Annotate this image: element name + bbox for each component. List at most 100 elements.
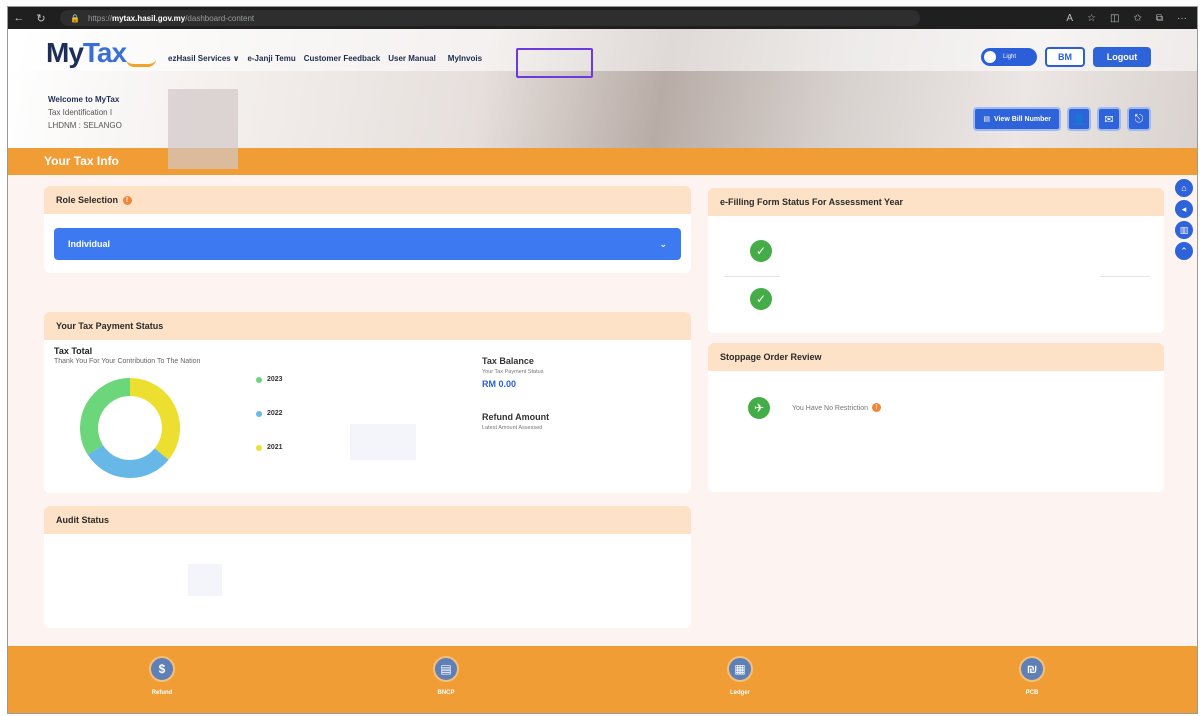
legend-dot-2021 — [256, 444, 262, 451]
legend-item-2023: 2023 — [256, 376, 283, 383]
faint-placeholder — [188, 564, 222, 596]
ledger-icon: ▦ — [727, 656, 753, 682]
inbox-button[interactable]: ✉ — [1097, 107, 1121, 131]
refund-icon: $ — [149, 656, 175, 682]
mytax-logo[interactable]: MyTax — [46, 37, 156, 69]
menu-e-janji-temu[interactable]: e-Janji Temu — [247, 54, 295, 63]
donut-slice-2023[interactable] — [80, 378, 131, 455]
tax-total-label: Tax Total — [54, 346, 93, 356]
info-icon[interactable]: ! — [122, 196, 132, 205]
redacted-block — [168, 89, 238, 169]
header-controls: Light BM Logout — [981, 47, 1151, 67]
back-icon[interactable]: ← — [8, 12, 30, 24]
menu-myinvois[interactable]: MyInvois — [448, 54, 482, 63]
info-icon[interactable]: ! — [871, 403, 881, 412]
up-icon[interactable]: ⌃ — [1175, 242, 1193, 260]
chevron-down-icon: ⌄ — [659, 239, 667, 249]
more-icon[interactable]: ··· — [1177, 13, 1187, 24]
logout-button[interactable]: Logout — [1093, 47, 1151, 67]
legend-item-2022: 2022 — [256, 410, 283, 417]
legend-label-2021: 2021 — [267, 444, 283, 451]
menu-customer-feedback[interactable]: Customer Feedback — [304, 54, 380, 63]
bottom-nav-bncp-label: BNCP — [437, 690, 455, 696]
tax-balance-value: RM 0.00 — [482, 379, 517, 389]
donut-slice-2021[interactable] — [129, 378, 180, 460]
tax-payment-status-title: Your Tax Payment Status — [44, 312, 691, 340]
tax-identification: Tax Identification I — [48, 108, 113, 117]
bottom-nav-bncp[interactable]: ▤ BNCP — [416, 656, 476, 696]
header-banner: MyTax ezHasil Services ∨ e-Janji Temu Cu… — [8, 29, 1197, 169]
bottom-nav-refund[interactable]: $ Refund — [132, 656, 192, 696]
reload-icon[interactable]: ↻ — [30, 12, 52, 25]
audit-status-title: Audit Status — [44, 506, 691, 534]
branch-label: LHDNM : SELANGO — [48, 121, 122, 130]
url-host: mytax.hasil.gov.my — [111, 13, 186, 23]
efiling-status-title: e-Filling Form Status For Assessment Yea… — [708, 188, 1164, 216]
logo-swoosh-icon — [126, 59, 156, 67]
refund-amount-title: Refund Amount — [482, 412, 550, 422]
view-bill-number-button[interactable]: ▤ View Bill Number — [973, 107, 1061, 131]
tax-thanks-text: Thank You For Your Contribution To The N… — [54, 358, 201, 365]
divider — [724, 276, 780, 277]
role-dropdown[interactable]: Individual ⌄ — [54, 228, 681, 260]
legend-label-2023: 2023 — [267, 376, 283, 383]
efiling-status-card: e-Filling Form Status For Assessment Yea… — [708, 188, 1164, 333]
bottom-nav-refund-label: Refund — [151, 690, 173, 696]
faint-placeholder — [350, 424, 416, 460]
language-button[interactable]: BM — [1045, 47, 1085, 67]
legend-item-2021: 2021 — [256, 444, 283, 451]
tax-donut-chart — [80, 378, 180, 478]
book-icon[interactable]: ▥ — [1175, 221, 1193, 239]
legend-label-2022: 2022 — [267, 410, 283, 417]
document-icon: ▤ — [983, 116, 990, 123]
theme-toggle[interactable]: Light — [981, 48, 1037, 66]
lock-icon: 🔒 — [70, 13, 80, 23]
menu-user-manual[interactable]: User Manual — [388, 54, 436, 63]
role-selection-title: Role Selection — [56, 195, 119, 205]
browser-tools: A ☆ ◫ ✩ ⧉ ··· — [1066, 13, 1197, 24]
favorite-icon[interactable]: ☆ — [1087, 13, 1096, 24]
split-screen-icon[interactable]: ◫ — [1110, 13, 1119, 24]
logo-tax: Tax — [82, 37, 127, 68]
refund-amount-block: Refund Amount Latest Amount Assessed — [482, 412, 549, 431]
view-bill-label: View Bill Number — [993, 115, 1051, 123]
bottom-nav-ledger[interactable]: ▦ Ledger — [710, 656, 770, 696]
url-prefix: https:// — [87, 13, 112, 23]
pcb-icon: ₪ — [1019, 656, 1045, 682]
read-aloud-icon[interactable]: A — [1066, 13, 1073, 24]
logo-my: My — [46, 37, 84, 68]
profile-button[interactable]: 👤 — [1067, 107, 1091, 131]
collections-icon[interactable]: ⧉ — [1156, 13, 1163, 24]
app-window: ← ↻ 🔒 https:// mytax.hasil.gov.my /dashb… — [7, 6, 1198, 714]
bottom-nav-pcb[interactable]: ₪ PCB — [1002, 656, 1062, 696]
airplane-icon: ✈ — [748, 397, 770, 419]
no-restriction-text: You Have No Restriction ! — [792, 403, 881, 412]
exit-button[interactable]: ⎋ — [1127, 107, 1151, 131]
refund-amount-sub: Latest Amount Assessed — [482, 425, 543, 431]
legend-dot-2023 — [256, 376, 262, 383]
header-actions: ▤ View Bill Number 👤 ✉ ⎋ — [973, 107, 1151, 131]
url-path: /dashboard-content — [185, 13, 255, 23]
user-icon: 👤 — [1072, 113, 1086, 126]
bncp-icon: ▤ — [433, 656, 459, 682]
address-bar[interactable]: 🔒 https:// mytax.hasil.gov.my /dashboard… — [60, 10, 920, 26]
donut-slice-2022[interactable] — [87, 444, 169, 478]
top-menu: ezHasil Services ∨ e-Janji Temu Customer… — [168, 54, 482, 63]
tax-balance-sub: Your Tax Payment Status — [482, 369, 544, 375]
exit-icon: ⎋ — [1134, 112, 1144, 125]
home-icon[interactable]: ⌂ — [1175, 179, 1193, 197]
mail-icon: ✉ — [1104, 113, 1114, 126]
check-circle-icon: ✓ — [750, 288, 772, 310]
bullhorn-icon[interactable]: ◂ — [1175, 200, 1193, 218]
audit-status-card: Audit Status — [44, 506, 691, 628]
welcome-title: Welcome to MyTax — [48, 95, 120, 104]
stoppage-order-card: Stoppage Order Review ✈ You Have No Rest… — [708, 343, 1164, 492]
no-restriction-label: You Have No Restriction — [792, 405, 869, 412]
menu-ezhasil-services[interactable]: ezHasil Services ∨ — [168, 54, 239, 63]
role-selection-header: Role Selection ! — [44, 186, 691, 214]
favorites-icon[interactable]: ✩ — [1133, 13, 1141, 24]
bottom-nav-ledger-label: Ledger — [729, 690, 750, 696]
stoppage-order-title: Stoppage Order Review — [708, 343, 1164, 371]
side-quick-buttons: ⌂ ◂ ▥ ⌃ — [1175, 179, 1193, 260]
bottom-nav: $ Refund ▤ BNCP ▦ Ledger ₪ PCB — [8, 646, 1197, 713]
